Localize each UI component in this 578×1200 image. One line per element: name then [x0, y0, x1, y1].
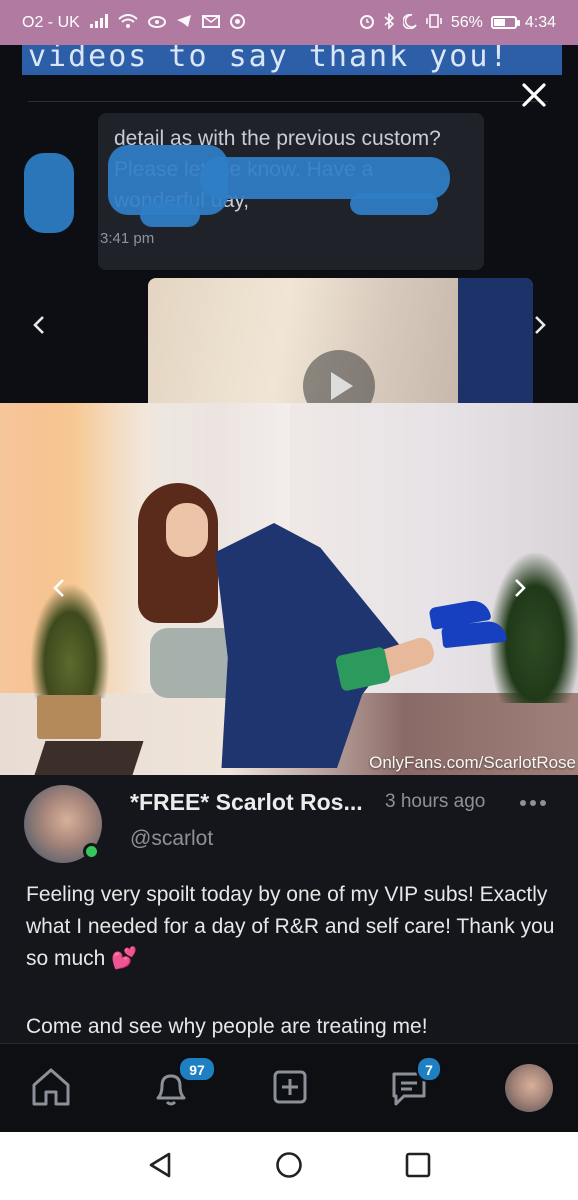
- status-left: O2 - UK: [22, 13, 245, 32]
- screenshot-header-text: videos to say thank you!: [28, 45, 510, 74]
- bluetooth-icon: [383, 12, 395, 32]
- android-navigation-bar: [0, 1132, 578, 1200]
- mail-icon: [201, 14, 220, 31]
- redaction-scribble: [24, 153, 74, 233]
- battery-percent: 56%: [450, 13, 483, 31]
- screenshot-divider: [28, 101, 548, 102]
- carrier-label: O2 - UK: [22, 13, 80, 31]
- post-timestamp: 3 hours ago: [385, 791, 486, 812]
- home-circle-icon[interactable]: [274, 1150, 304, 1180]
- vibrate-icon: [425, 14, 443, 31]
- telegram-icon: [176, 14, 192, 31]
- recents-icon[interactable]: [403, 1150, 433, 1180]
- photo-book: [34, 741, 144, 775]
- photo-plant-pot: [37, 695, 101, 739]
- redaction-scribble: [140, 203, 200, 227]
- back-icon[interactable]: [145, 1150, 175, 1180]
- post-text-cta: Come and see why people are treating me!: [26, 1015, 428, 1038]
- thumbnail-drape: [458, 278, 533, 403]
- clock: 4:34: [524, 13, 556, 31]
- battery-fill: [493, 19, 505, 26]
- heart-emoji: 💕: [111, 947, 138, 970]
- play-icon: [303, 350, 375, 403]
- photo-watermark: OnlyFans.com/ScarlotRose: [369, 753, 576, 772]
- media-slide-screenshot[interactable]: videos to say thank you! detail as with …: [0, 45, 578, 403]
- photo-figure-face: [166, 503, 208, 557]
- chevron-left-icon[interactable]: [24, 307, 54, 347]
- battery-icon: [490, 16, 520, 29]
- status-right: 56% 4:34: [359, 12, 556, 32]
- post-text: Feeling very spoilt today by one of my V…: [26, 879, 556, 975]
- status-bar: O2 - UK 56% 4:34: [0, 0, 578, 45]
- avatar[interactable]: [505, 1064, 553, 1112]
- media-slide-photo[interactable]: OnlyFans.com/ScarlotRose: [0, 403, 578, 775]
- moon-icon: [401, 13, 417, 32]
- screenshot-video-thumbnail: [148, 278, 533, 403]
- chevron-right-icon[interactable]: [505, 570, 535, 610]
- post-author-name[interactable]: *FREE* Scarlot Ros...: [130, 789, 363, 816]
- post-card: *FREE* Scarlot Ros... 3 hours ago @scarl…: [0, 775, 578, 1043]
- chevron-right-icon[interactable]: [525, 307, 555, 347]
- close-icon[interactable]: [512, 73, 556, 117]
- redaction-scribble: [350, 193, 438, 215]
- screenshot-message-time: 3:41 pm: [100, 230, 155, 247]
- online-status-dot: [83, 843, 100, 860]
- chrome-icon: [229, 13, 245, 32]
- post-text-line: Feeling very spoilt today by one of my V…: [26, 883, 555, 970]
- add-post-icon[interactable]: [267, 1064, 315, 1112]
- notifications-badge: 97: [178, 1056, 216, 1082]
- alarm-icon: [359, 13, 375, 32]
- home-icon[interactable]: [28, 1064, 76, 1112]
- chevron-left-icon[interactable]: [44, 570, 74, 610]
- signal-icon: [89, 14, 108, 31]
- wifi-icon: [118, 13, 138, 32]
- more-icon[interactable]: [516, 785, 550, 815]
- eye-icon: [147, 14, 166, 31]
- bottom-navigation: 97 7: [0, 1043, 578, 1132]
- messages-badge: 7: [416, 1056, 442, 1082]
- post-author-handle[interactable]: @scarlot: [130, 827, 213, 851]
